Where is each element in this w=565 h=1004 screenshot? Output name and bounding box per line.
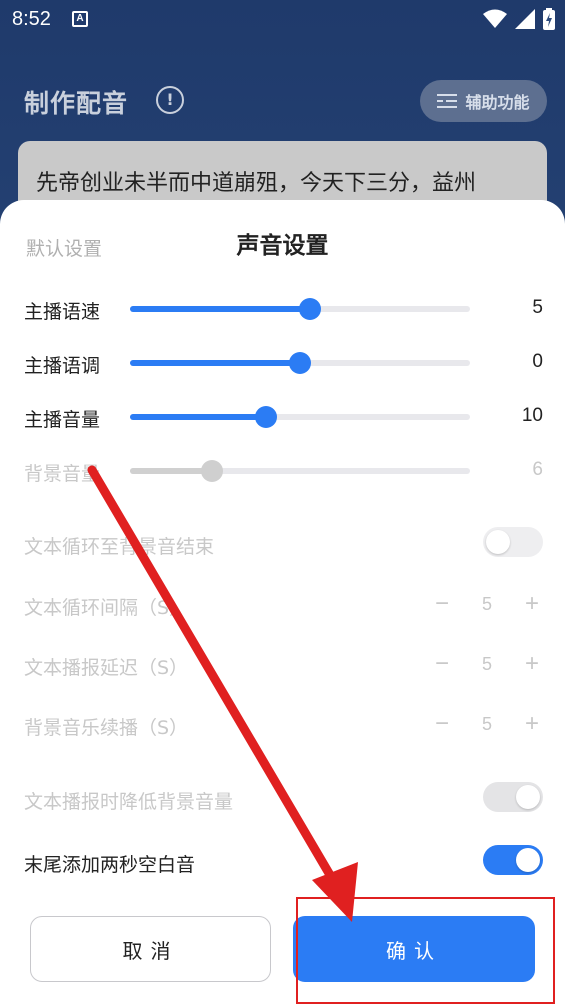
duck-bg-label: 文本播报时降低背景音量 xyxy=(24,791,234,813)
duck-bg-toggle[interactable] xyxy=(483,782,543,812)
status-time: 8:52 xyxy=(12,8,51,30)
slider-fill xyxy=(130,360,300,366)
slider-row-volume: 主播音量 10 xyxy=(0,397,565,437)
stepper-label: 文本循环间隔（S） xyxy=(24,597,189,619)
battery-charging-icon xyxy=(543,8,555,30)
loop-to-bg-end-label: 文本循环至背景音结束 xyxy=(24,536,215,558)
slider-label: 主播语调 xyxy=(24,355,101,377)
append-silence-toggle[interactable] xyxy=(483,845,543,875)
slider-thumb[interactable] xyxy=(289,352,311,374)
volume-slider[interactable] xyxy=(130,406,470,428)
slider-thumb[interactable] xyxy=(200,460,223,482)
status-icons xyxy=(483,8,555,30)
stepper-value: 5 xyxy=(481,713,492,734)
slider-label: 主播音量 xyxy=(24,409,101,431)
status-bar: 8:52 A xyxy=(0,0,565,40)
slider-fill xyxy=(130,414,266,420)
slider-label: 主播语速 xyxy=(24,301,101,323)
slider-value: 0 xyxy=(532,351,543,372)
stepper-value: 5 xyxy=(481,593,492,614)
stepper-row-report-delay: 文本播报延迟（S） − 5 + xyxy=(0,645,565,685)
pitch-slider[interactable] xyxy=(130,352,470,374)
slider-value: 5 xyxy=(532,297,543,318)
slider-fill xyxy=(130,468,212,474)
slider-fill xyxy=(130,306,311,312)
speed-slider[interactable] xyxy=(130,298,470,320)
confirm-button[interactable]: 确认 xyxy=(293,916,535,982)
slider-thumb[interactable] xyxy=(299,298,322,320)
loop-to-bg-end-toggle[interactable] xyxy=(483,527,543,557)
info-icon[interactable]: ! xyxy=(156,86,184,114)
toggle-knob xyxy=(516,785,540,809)
slider-value: 6 xyxy=(532,459,543,480)
stepper-label: 文本播报延迟（S） xyxy=(24,657,189,679)
minus-button[interactable]: − xyxy=(431,590,453,618)
signal-icon xyxy=(515,9,535,29)
report-delay-stepper: − 5 + xyxy=(431,649,543,679)
list-settings-icon xyxy=(437,94,458,108)
stepper-row-loop-interval: 文本循环间隔（S） − 5 + xyxy=(0,585,565,625)
bg-continue-stepper: − 5 + xyxy=(431,709,543,739)
stepper-label: 背景音乐续播（S） xyxy=(24,717,189,739)
wifi-icon xyxy=(483,9,507,28)
slider-row-speed: 主播语速 5 xyxy=(0,289,565,329)
loop-to-bg-end-row: 文本循环至背景音结束 xyxy=(0,524,565,564)
sheet-title: 声音设置 xyxy=(236,233,329,259)
app-title: 制作配音 xyxy=(24,89,129,118)
slider-label: 背景音量 xyxy=(24,463,101,485)
notification-icon: A xyxy=(72,11,88,27)
slider-row-bg-volume: 背景音量 6 xyxy=(0,451,565,491)
slider-value: 10 xyxy=(521,405,543,426)
stepper-row-bg-continue: 背景音乐续播（S） − 5 + xyxy=(0,705,565,745)
assist-button-label: 辅助功能 xyxy=(465,93,530,112)
toggle-knob xyxy=(486,530,510,554)
stepper-value: 5 xyxy=(481,653,492,674)
toggle-knob xyxy=(516,848,540,872)
loop-interval-stepper: − 5 + xyxy=(431,589,543,619)
assist-button[interactable]: 辅助功能 xyxy=(420,80,547,122)
plus-button[interactable]: + xyxy=(521,590,543,618)
cancel-button[interactable]: 取消 xyxy=(30,916,271,982)
minus-button[interactable]: − xyxy=(431,710,453,738)
append-silence-label: 末尾添加两秒空白音 xyxy=(24,854,196,876)
append-silence-row: 末尾添加两秒空白音 xyxy=(0,842,565,882)
plus-button[interactable]: + xyxy=(521,710,543,738)
minus-button[interactable]: − xyxy=(431,650,453,678)
slider-row-pitch: 主播语调 0 xyxy=(0,343,565,383)
duck-bg-row: 文本播报时降低背景音量 xyxy=(0,779,565,819)
sound-settings-sheet: 默认设置 声音设置 主播语速 5 主播语调 0 主播音量 10 背景音量 6 文… xyxy=(0,200,565,1004)
bg-volume-slider[interactable] xyxy=(130,460,470,482)
slider-thumb[interactable] xyxy=(255,406,277,428)
plus-button[interactable]: + xyxy=(521,650,543,678)
